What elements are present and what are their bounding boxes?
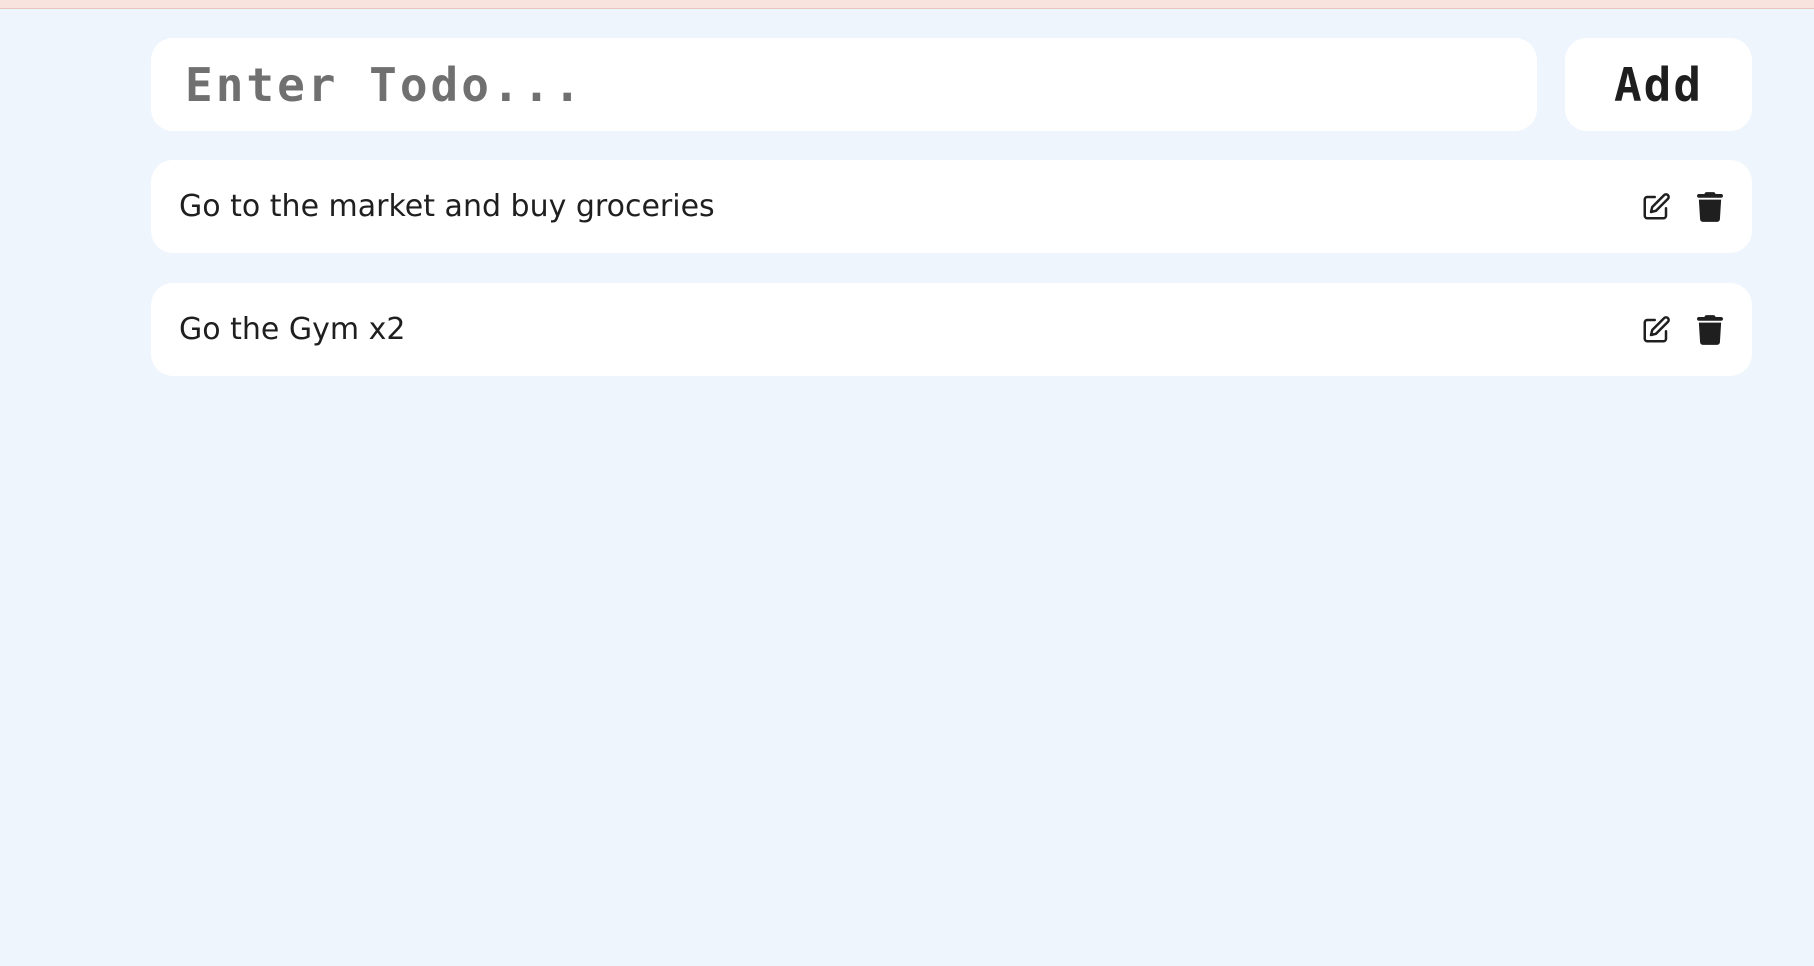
todo-text: Go to the market and buy groceries (179, 189, 715, 224)
todo-actions (1640, 191, 1726, 223)
add-button[interactable]: Add (1565, 38, 1752, 131)
todo-actions (1640, 314, 1726, 346)
todo-text: Go the Gym x2 (179, 312, 406, 347)
trash-icon[interactable] (1694, 191, 1726, 223)
trash-icon[interactable] (1694, 314, 1726, 346)
todo-list: Go to the market and buy groceries Go th… (151, 160, 1752, 406)
edit-icon[interactable] (1640, 191, 1672, 223)
todo-input[interactable] (151, 38, 1537, 131)
todo-input-container (151, 38, 1537, 131)
todo-item: Go the Gym x2 (151, 283, 1752, 376)
todo-item: Go to the market and buy groceries (151, 160, 1752, 253)
top-strip (0, 0, 1814, 9)
edit-icon[interactable] (1640, 314, 1672, 346)
